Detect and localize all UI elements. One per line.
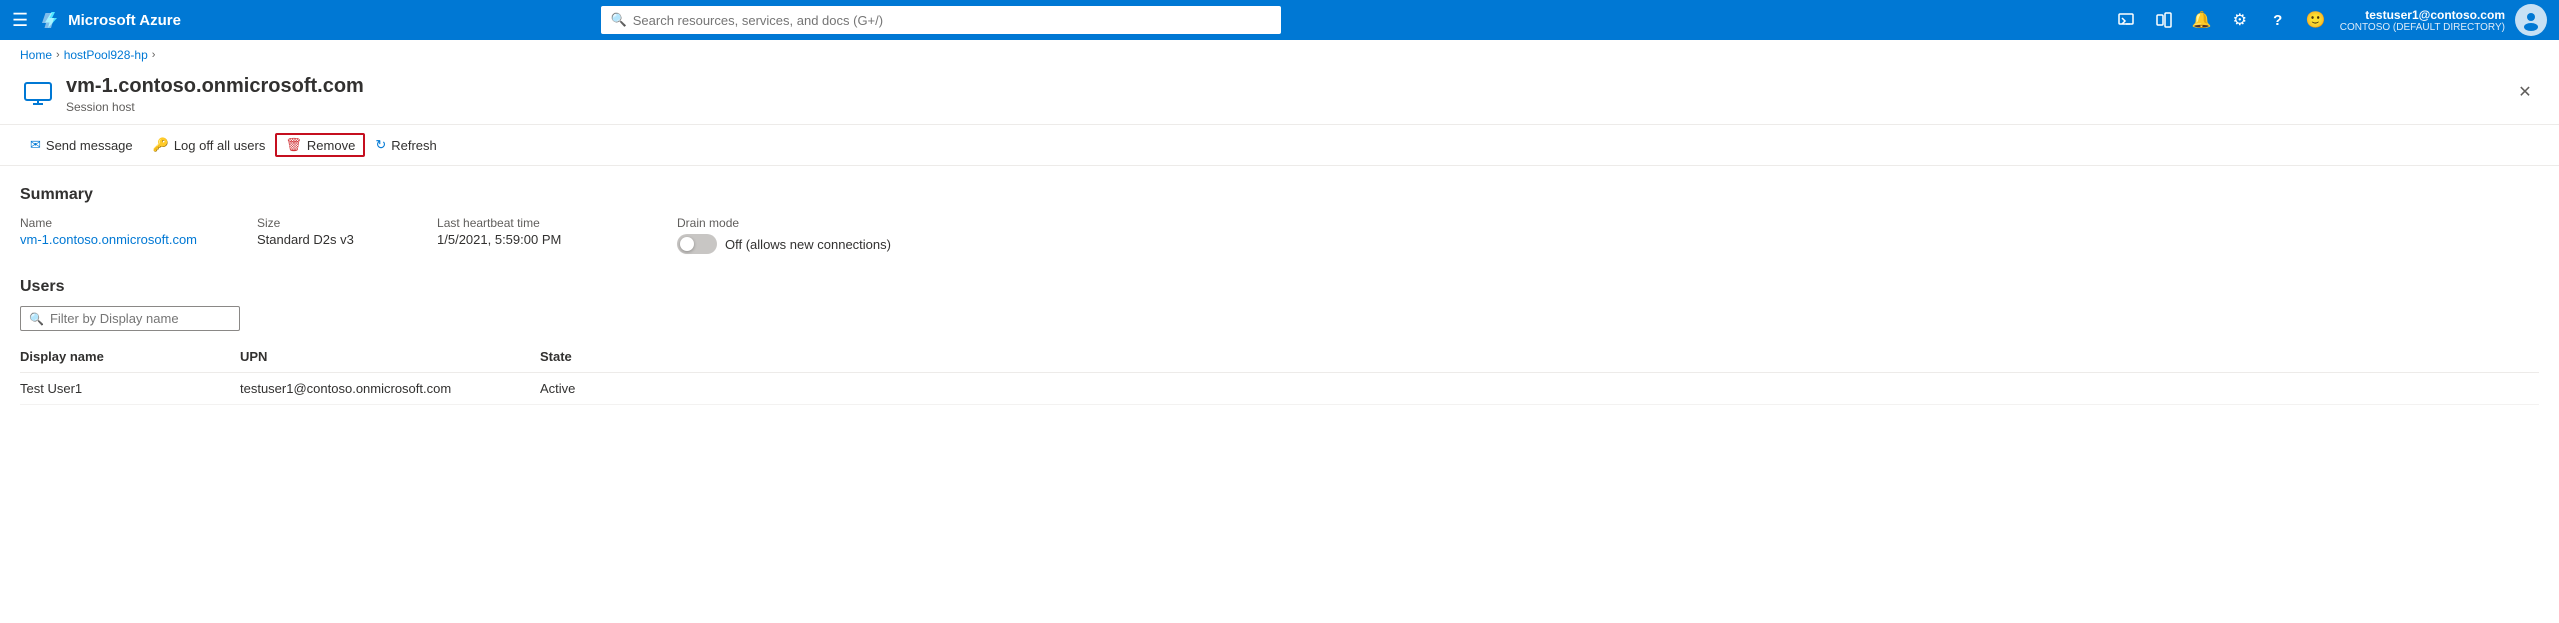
drain-mode-item: Drain mode Off (allows new connections)	[677, 216, 891, 254]
user-name: testuser1@contoso.com	[2365, 8, 2505, 22]
directory-btn[interactable]	[2146, 2, 2182, 38]
cloud-shell-btn[interactable]	[2108, 2, 2144, 38]
remove-button[interactable]: 🗑 Remove	[275, 133, 365, 157]
drain-toggle[interactable]	[677, 234, 717, 254]
refresh-button[interactable]: ↻ Refresh	[365, 133, 446, 157]
toggle-knob	[680, 237, 694, 251]
help-btn[interactable]: ?	[2260, 2, 2296, 38]
breadcrumb: Home › hostPool928-hp ›	[0, 40, 2559, 70]
panel-title-area: vm-1.contoso.onmicrosoft.com Session hos…	[66, 74, 364, 114]
panel-subtitle: Session host	[66, 100, 364, 114]
breadcrumb-home[interactable]: Home	[20, 48, 52, 62]
users-title: Users	[20, 278, 2539, 296]
drain-toggle-row: Off (allows new connections)	[677, 234, 891, 254]
avatar[interactable]	[2515, 4, 2547, 36]
col-display-name-header: Display name	[20, 343, 240, 373]
user-tenant: CONTOSO (DEFAULT DIRECTORY)	[2340, 22, 2505, 33]
azure-logo-icon	[40, 10, 60, 30]
heartbeat-label: Last heartbeat time	[437, 216, 617, 230]
name-value[interactable]: vm-1.contoso.onmicrosoft.com	[20, 232, 197, 247]
panel-header: vm-1.contoso.onmicrosoft.com Session hos…	[0, 70, 2559, 125]
table-row: Test User1 testuser1@contoso.onmicrosoft…	[20, 373, 2539, 405]
drain-toggle-label: Off (allows new connections)	[725, 237, 891, 252]
close-button[interactable]: ✕	[2511, 78, 2539, 106]
remove-label: Remove	[307, 138, 355, 153]
avatar-icon	[2520, 9, 2542, 31]
log-off-button[interactable]: 🔑 Log off all users	[143, 133, 276, 157]
summary-grid: Name vm-1.contoso.onmicrosoft.com Size S…	[20, 216, 2539, 254]
breadcrumb-sep-2: ›	[152, 49, 156, 61]
send-message-button[interactable]: ✉ Send message	[20, 133, 143, 157]
hamburger-menu[interactable]: ☰	[12, 10, 28, 31]
filter-icon: 🔍	[29, 312, 44, 326]
send-message-label: Send message	[46, 138, 133, 153]
refresh-icon: ↻	[375, 137, 386, 153]
top-nav: ☰ Microsoft Azure 🔍 🔔 ⚙ ? 🙂 testuser1@co…	[0, 0, 2559, 40]
remove-icon: 🗑	[285, 137, 302, 153]
users-table: Display name UPN State Test User1 testus…	[20, 343, 2539, 405]
size-value: Standard D2s v3	[257, 232, 377, 247]
log-off-label: Log off all users	[174, 138, 266, 153]
send-message-icon: ✉	[30, 137, 41, 153]
summary-name-item: Name vm-1.contoso.onmicrosoft.com	[20, 216, 197, 247]
refresh-label: Refresh	[391, 138, 437, 153]
filter-input[interactable]	[50, 311, 231, 326]
cell-state: Active	[540, 373, 2539, 405]
name-label: Name	[20, 216, 197, 230]
summary-size-item: Size Standard D2s v3	[257, 216, 377, 247]
notifications-btn[interactable]: 🔔	[2184, 2, 2220, 38]
col-upn-header: UPN	[240, 343, 540, 373]
log-off-icon: 🔑	[153, 137, 169, 153]
filter-box: 🔍	[20, 306, 240, 331]
heartbeat-value: 1/5/2021, 5:59:00 PM	[437, 232, 617, 247]
logo-text: Microsoft Azure	[68, 12, 181, 29]
user-info[interactable]: testuser1@contoso.com CONTOSO (DEFAULT D…	[2340, 8, 2505, 33]
breadcrumb-sep-1: ›	[56, 49, 60, 61]
nav-right-icons: 🔔 ⚙ ? 🙂 testuser1@contoso.com CONTOSO (D…	[2108, 2, 2547, 38]
global-search: 🔍	[601, 6, 1281, 34]
search-icon: 🔍	[611, 12, 627, 28]
col-state-header: State	[540, 343, 2539, 373]
summary-heartbeat-item: Last heartbeat time 1/5/2021, 5:59:00 PM	[437, 216, 617, 247]
cell-upn: testuser1@contoso.onmicrosoft.com	[240, 373, 540, 405]
cell-display-name: Test User1	[20, 373, 240, 405]
feedback-btn[interactable]: 🙂	[2298, 2, 2334, 38]
summary-title: Summary	[20, 186, 2539, 204]
size-label: Size	[257, 216, 377, 230]
action-bar: ✉ Send message 🔑 Log off all users 🗑 Rem…	[0, 125, 2559, 166]
panel-icon	[20, 76, 56, 112]
content-area: Summary Name vm-1.contoso.onmicrosoft.co…	[0, 166, 2559, 425]
azure-logo: Microsoft Azure	[40, 10, 181, 30]
users-section: Users 🔍 Display name UPN State Test User…	[20, 278, 2539, 405]
breadcrumb-hostpool[interactable]: hostPool928-hp	[64, 48, 148, 62]
search-input[interactable]	[633, 13, 1271, 28]
drain-label: Drain mode	[677, 216, 891, 230]
monitor-icon	[23, 79, 53, 109]
table-header-row: Display name UPN State	[20, 343, 2539, 373]
settings-btn[interactable]: ⚙	[2222, 2, 2258, 38]
panel-title: vm-1.contoso.onmicrosoft.com	[66, 74, 364, 98]
summary-section: Summary Name vm-1.contoso.onmicrosoft.co…	[20, 186, 2539, 254]
